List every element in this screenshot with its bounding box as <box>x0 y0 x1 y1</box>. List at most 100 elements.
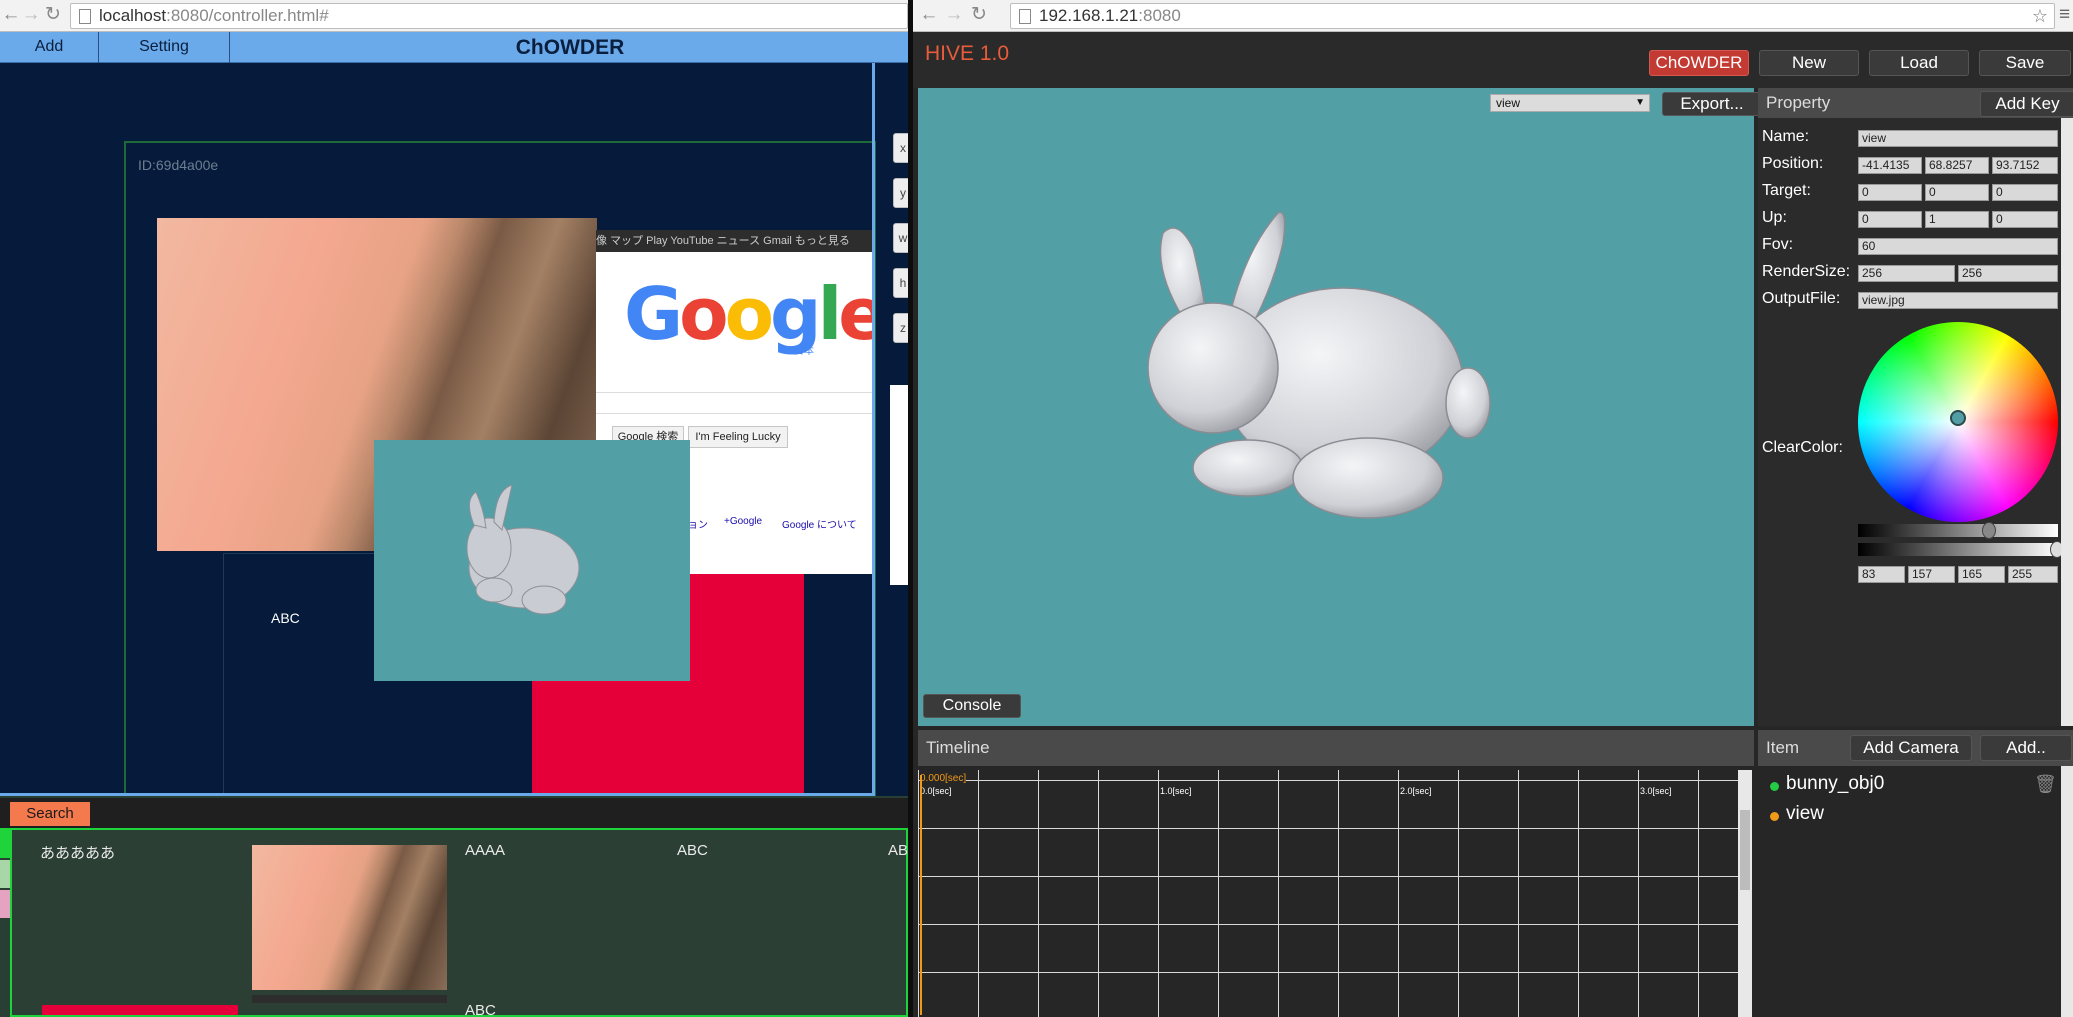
outputfile-field[interactable]: view.jpg <box>1858 292 2058 309</box>
side-button-z[interactable]: z <box>893 313 908 343</box>
target-x-field[interactable]: 0 <box>1858 184 1922 201</box>
back-icon[interactable]: ← <box>918 4 940 26</box>
position-z-field[interactable]: 93.7152 <box>1992 157 2058 174</box>
view-select[interactable]: view ▼ <box>1490 94 1650 112</box>
tab-swatch-green[interactable] <box>0 828 10 858</box>
back-icon[interactable]: ← <box>0 4 22 26</box>
clearcolor-g-field[interactable]: 157 <box>1908 566 1955 583</box>
fov-field[interactable]: 60 <box>1858 238 2058 255</box>
list-item[interactable]: view <box>1758 802 2061 828</box>
left-address-bar[interactable]: localhost:8080/controller.html# <box>70 3 908 29</box>
right-browser-toolbar: ← → ↻ 192.168.1.21:8080 ☆ ≡ <box>913 0 2073 32</box>
trash-icon[interactable]: 🗑 <box>2034 774 2057 795</box>
console-button[interactable]: Console <box>923 694 1021 718</box>
item-list: bunny_obj0 🗑 view <box>1758 768 2061 1017</box>
add-key-button[interactable]: Add Key <box>1980 91 2073 117</box>
list-item[interactable]: AAAA <box>465 842 505 859</box>
property-title: Property <box>1766 93 1831 112</box>
side-button-y[interactable]: y <box>893 178 908 208</box>
new-button[interactable]: New <box>1759 50 1859 76</box>
timeline-tick: 0.0[sec] <box>920 786 952 796</box>
item-title: Item <box>1766 738 1800 757</box>
clearcolor-label: ClearColor: <box>1762 439 1843 456</box>
rendersize-width-field[interactable]: 256 <box>1858 265 1955 282</box>
google-plus-link[interactable]: +Google <box>724 516 762 527</box>
chowder-button[interactable]: ChOWDER <box>1649 50 1749 76</box>
right-address-bar[interactable]: 192.168.1.21:8080 ☆ <box>1010 3 2055 29</box>
color-wheel[interactable] <box>1858 322 2058 522</box>
url-port: :8080 <box>1138 6 1181 25</box>
timeline-title: Timeline <box>926 738 990 757</box>
add-item-button[interactable]: Add.. <box>1980 735 2072 761</box>
bunny-model-icon[interactable] <box>1138 208 1498 528</box>
setting-menu-button[interactable]: Setting <box>99 32 230 63</box>
brightness-slider[interactable] <box>1858 522 2058 539</box>
forward-icon[interactable]: → <box>943 4 965 26</box>
load-button[interactable]: Load <box>1869 50 1969 76</box>
timeline-cursor[interactable] <box>920 775 922 1015</box>
timeline-scrollbar[interactable] <box>1738 770 1752 1017</box>
content-list-area[interactable]: あああああ AAAA ABC AB ABC <box>10 828 908 1017</box>
side-button-h[interactable]: h <box>893 268 908 298</box>
export-button[interactable]: Export... <box>1662 92 1762 116</box>
side-button-w[interactable]: w <box>893 223 908 253</box>
position-y-field[interactable]: 68.8257 <box>1925 157 1989 174</box>
list-item[interactable]: ABC <box>677 842 708 859</box>
clearcolor-a-field[interactable]: 255 <box>2008 566 2058 583</box>
position-label: Position: <box>1762 155 1824 172</box>
search-tab[interactable]: Search <box>10 802 90 826</box>
up-z-field[interactable]: 0 <box>1992 211 2058 228</box>
timeline-tick: 2.0[sec] <box>1400 786 1432 796</box>
position-x-field[interactable]: -41.4135 <box>1858 157 1922 174</box>
menu-icon[interactable]: ≡ <box>2059 4 2070 26</box>
bunny-thumbnail-icon <box>466 484 580 615</box>
tab-swatch-pink[interactable] <box>0 890 10 918</box>
up-x-field[interactable]: 0 <box>1858 211 1922 228</box>
name-field[interactable]: view <box>1858 130 2058 147</box>
feeling-lucky-button[interactable]: I'm Feeling Lucky <box>688 426 788 448</box>
list-item[interactable]: bunny_obj0 🗑 <box>1758 772 2061 798</box>
up-y-field[interactable]: 1 <box>1925 211 1989 228</box>
list-item-cliff-thumbnail[interactable] <box>252 845 447 990</box>
up-label: Up: <box>1762 209 1787 226</box>
reload-icon[interactable]: ↻ <box>968 4 990 26</box>
timeline-grid[interactable] <box>918 770 1738 1017</box>
list-item[interactable]: ABC <box>465 1002 496 1017</box>
about-google-link[interactable]: Google について <box>782 516 857 531</box>
list-item-google-thumbnail[interactable] <box>252 995 447 1003</box>
list-item[interactable]: AB <box>888 842 908 859</box>
tab-swatch-lightgreen[interactable] <box>0 860 10 888</box>
property-header: Property Add Key <box>1758 88 2073 118</box>
target-y-field[interactable]: 0 <box>1925 184 1989 201</box>
clearcolor-b-field[interactable]: 165 <box>1958 566 2005 583</box>
list-item-red-thumbnail[interactable] <box>42 1005 238 1015</box>
google-link-1[interactable]: ョン <box>688 516 708 531</box>
target-z-field[interactable]: 0 <box>1992 184 2058 201</box>
reload-icon[interactable]: ↻ <box>42 4 64 26</box>
color-picker-handle[interactable] <box>1950 410 1966 426</box>
alpha-slider[interactable] <box>1858 541 2064 558</box>
property-panel: Property Add Key Name: view Position: -4… <box>1758 88 2073 726</box>
google-search-box[interactable] <box>596 413 873 414</box>
hive-header: HIVE 1.0 ChOWDER New Load Save <box>913 32 2073 88</box>
list-item[interactable]: あああああ <box>40 842 115 863</box>
item-scrollbar[interactable] <box>2061 766 2073 1017</box>
rendersize-height-field[interactable]: 256 <box>1958 265 2058 282</box>
render-viewport[interactable]: view ▼ Export... Console <box>918 88 1762 726</box>
save-button[interactable]: Save <box>1979 50 2071 76</box>
timeline-scroll-thumb[interactable] <box>1740 810 1750 890</box>
bookmark-star-icon[interactable]: ☆ <box>2032 4 2048 28</box>
clearcolor-r-field[interactable]: 83 <box>1858 566 1905 583</box>
property-scrollbar[interactable] <box>2061 118 2073 726</box>
google-bar-links: 像 マップ Play YouTube ニュース Gmail もっと見る <box>596 230 873 252</box>
bunny-render-content[interactable] <box>374 440 690 681</box>
side-button-x[interactable]: x <box>893 133 908 163</box>
outputfile-label: OutputFile: <box>1762 290 1841 307</box>
canvas-right-border <box>872 63 875 796</box>
add-menu-button[interactable]: Add <box>0 32 99 63</box>
chowder-menu-bar: Add Setting ChOWDER <box>0 32 908 63</box>
forward-icon[interactable]: → <box>20 4 42 26</box>
brightness-slider-handle[interactable] <box>1982 522 1996 539</box>
hive-title: HIVE 1.0 <box>925 42 1010 65</box>
add-camera-button[interactable]: Add Camera <box>1850 735 1972 761</box>
